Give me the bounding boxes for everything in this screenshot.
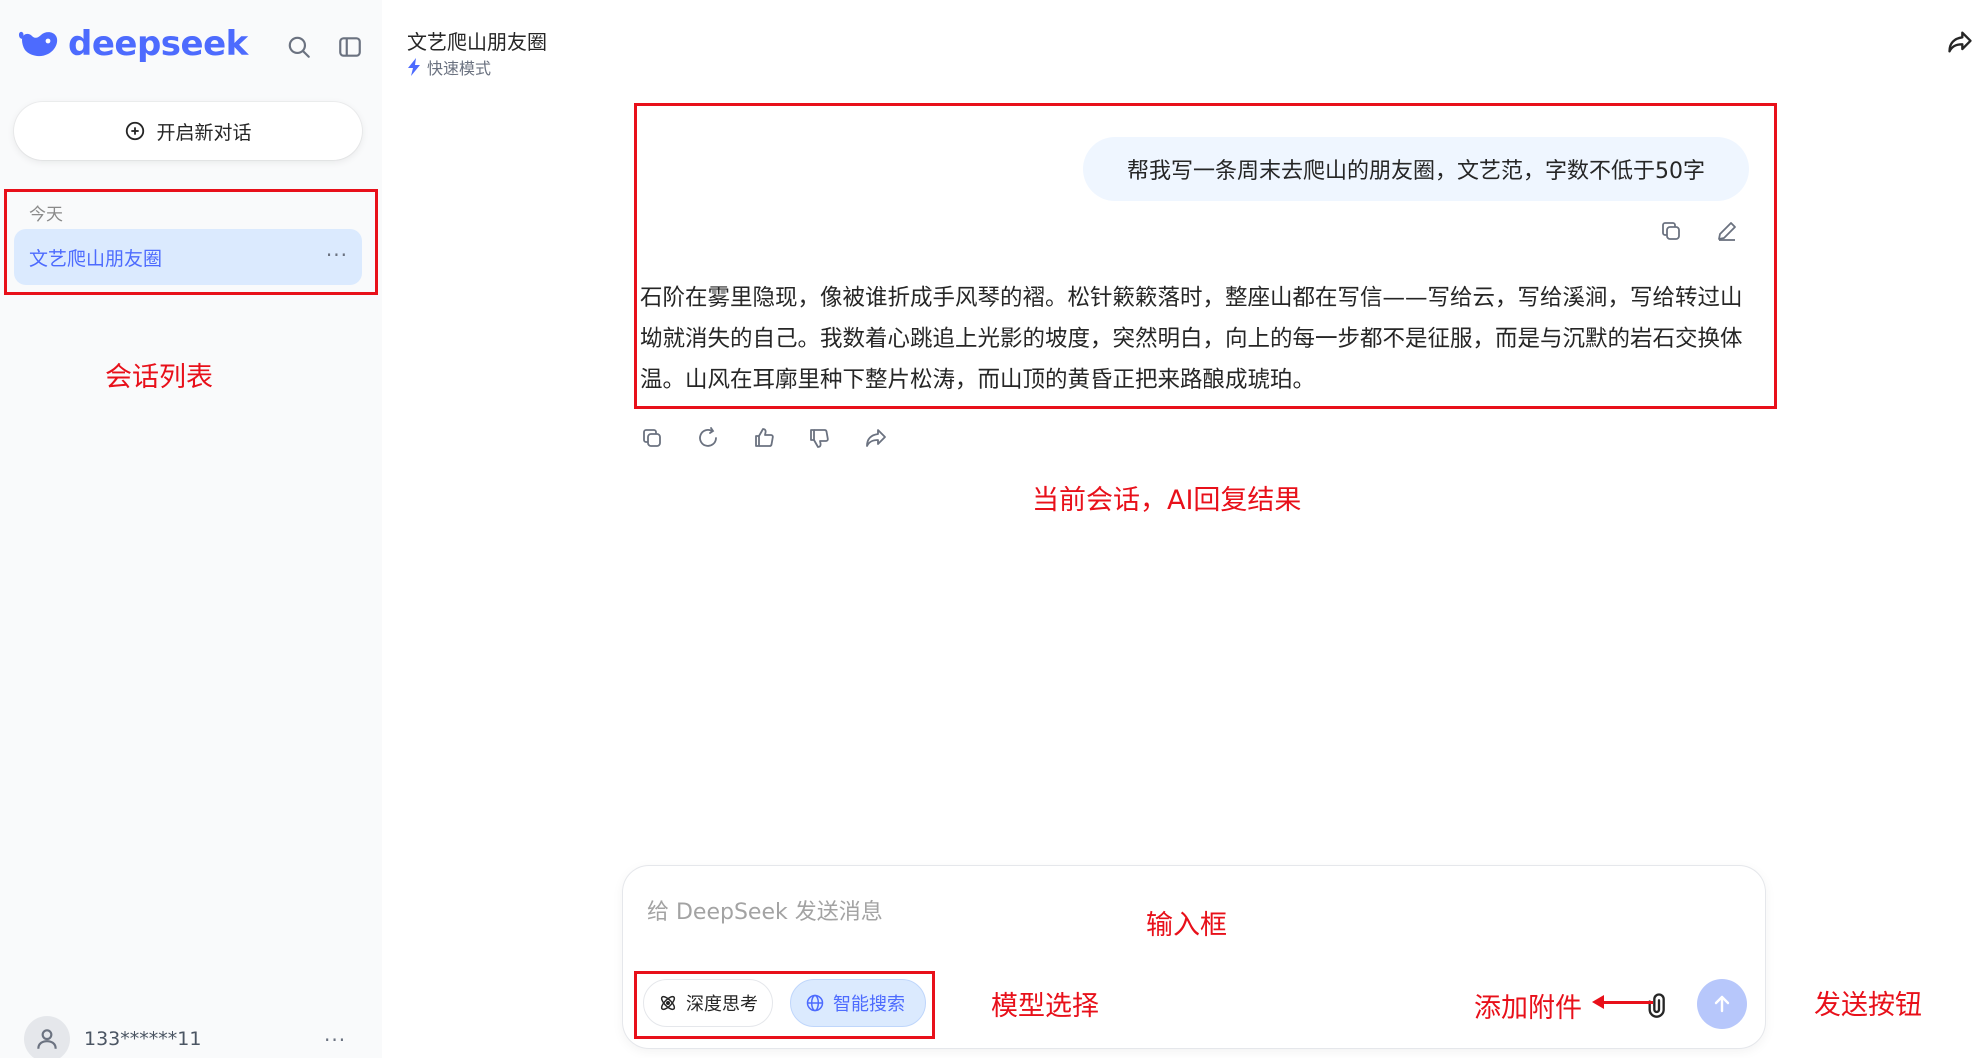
share-icon[interactable]: [861, 423, 891, 453]
chat-title: 文艺爬山朋友圈: [407, 30, 547, 54]
annotation-box-conversation-list: [4, 189, 378, 295]
user-profile[interactable]: 133******11: [24, 1016, 201, 1058]
new-chat-label: 开启新对话: [156, 121, 252, 144]
annotation-current-conversation: 当前会话，AI回复结果: [1032, 485, 1302, 516]
user-more-icon[interactable]: ···: [324, 1028, 346, 1052]
annotation-arrow: [1598, 1001, 1653, 1004]
logo[interactable]: deepseek: [18, 24, 248, 64]
arrow-up-icon: [1714, 995, 1730, 1013]
thumbs-up-icon[interactable]: [749, 423, 779, 453]
thumbs-down-icon[interactable]: [804, 423, 834, 453]
new-chat-button[interactable]: 开启新对话: [14, 102, 362, 160]
annotation-input-box: 输入框: [1146, 910, 1227, 941]
plus-circle-icon: [126, 121, 145, 141]
share-icon[interactable]: [1946, 28, 1974, 56]
sidebar-toggle-icon[interactable]: [335, 32, 365, 62]
logo-text: deepseek: [68, 24, 248, 64]
paperclip-icon[interactable]: [1645, 991, 1673, 1019]
annotation-send-button: 发送按钮: [1814, 990, 1922, 1021]
copy-icon[interactable]: [637, 423, 667, 453]
lightning-icon: [408, 58, 420, 76]
message-input-placeholder[interactable]: 给 DeepSeek 发送消息: [647, 894, 883, 926]
user-name: 133******11: [84, 1028, 202, 1050]
annotation-conversation-list: 会话列表: [105, 362, 213, 393]
annotation-arrow-head: [1592, 995, 1604, 1009]
mode-label: 快速模式: [427, 59, 492, 78]
annotation-model-select: 模型选择: [991, 991, 1099, 1022]
send-button[interactable]: [1697, 979, 1747, 1029]
whale-logo-icon: [18, 31, 58, 57]
search-icon[interactable]: [284, 32, 314, 62]
sidebar: deepseek 开启新对话 今天 文艺爬山朋友圈 ··· 133******1…: [0, 0, 382, 1058]
annotation-box-model-select: [634, 971, 935, 1039]
mode-indicator: 快速模式: [407, 55, 491, 79]
user-icon: [24, 1016, 70, 1058]
refresh-icon[interactable]: [693, 423, 723, 453]
annotation-box-current-conversation: [634, 103, 1777, 409]
annotation-add-attachment: 添加附件: [1474, 993, 1582, 1024]
